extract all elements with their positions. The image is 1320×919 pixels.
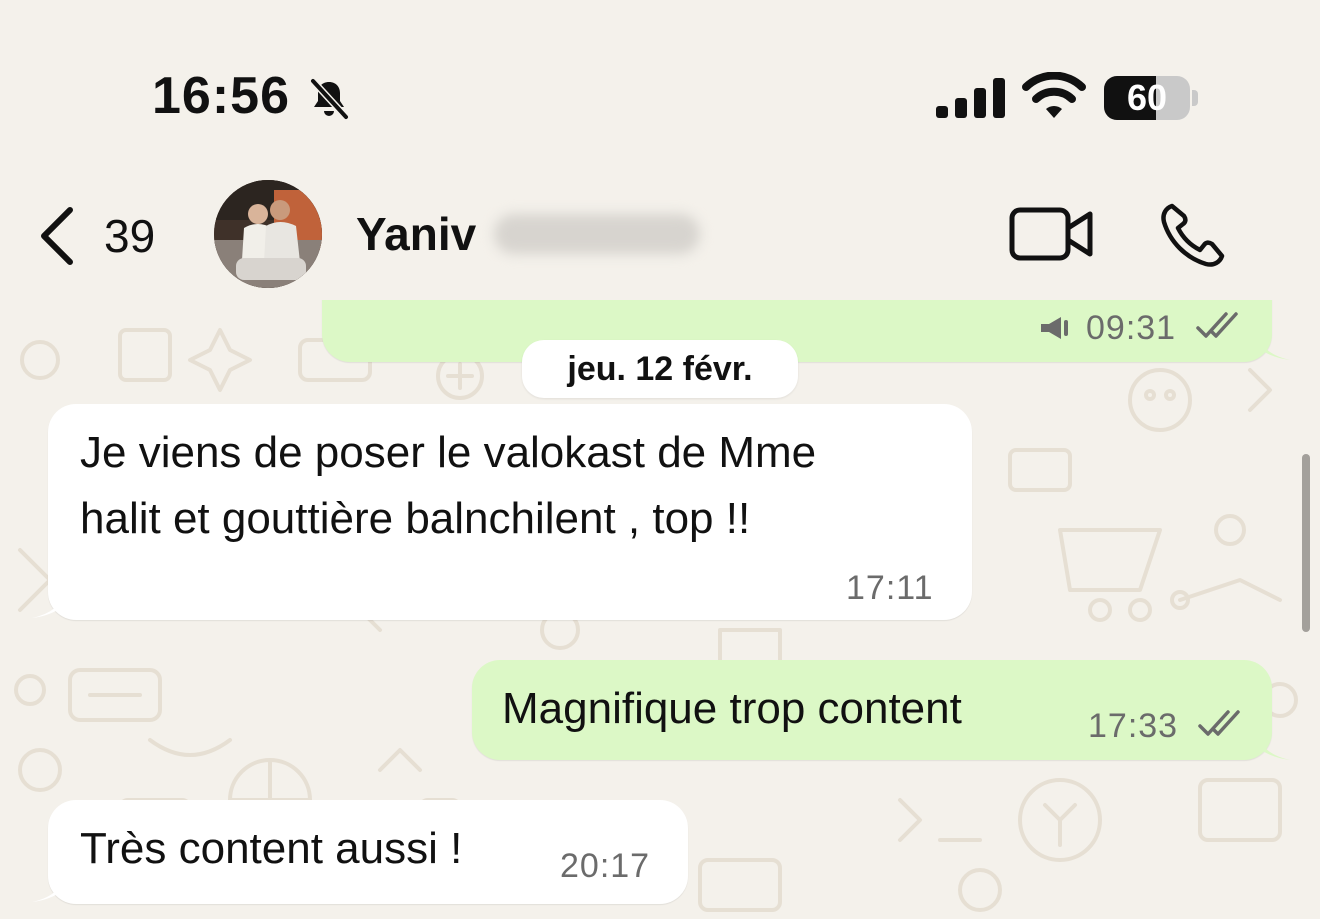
message-text-line: halit et gouttière balnchilent , top !! <box>80 494 751 543</box>
message-bubble-outgoing[interactable]: 09:31 <box>322 300 1272 362</box>
date-separator: jeu. 12 févr. <box>522 340 798 398</box>
message-time: 20:17 <box>560 847 651 885</box>
battery-shell: 60 <box>1104 76 1190 120</box>
message-bubble-outgoing[interactable]: Magnifique trop content 17:33 <box>472 660 1272 760</box>
back-button[interactable]: 39 <box>32 202 172 270</box>
battery-level: 60 <box>1126 77 1168 118</box>
message-text: Magnifique trop content <box>502 684 962 733</box>
message-bubble-incoming[interactable]: Je viens de poser le valokast de Mme hal… <box>48 404 972 620</box>
voice-call-button[interactable] <box>1158 200 1228 270</box>
message-text: Très content aussi ! <box>80 824 463 873</box>
message-time: 17:11 <box>846 569 934 607</box>
message-bubble-incoming[interactable]: Très content aussi ! 20:17 <box>48 800 688 904</box>
battery-cap <box>1192 90 1198 106</box>
bubble-tail <box>1258 734 1290 760</box>
megaphone-icon <box>1041 317 1068 339</box>
chat-area[interactable]: 09:31 jeu. 12 févr. Je viens de poser le… <box>0 300 1320 919</box>
redacted-surname <box>494 214 700 254</box>
double-check-icon <box>1198 710 1240 736</box>
contact-name[interactable]: Yaniv <box>356 206 476 262</box>
unread-count: 39 <box>104 210 156 262</box>
bubble-tail <box>1258 334 1290 360</box>
avatar-photo <box>214 180 322 288</box>
double-check-icon <box>1196 312 1238 338</box>
status-time: 16:56 <box>152 67 290 125</box>
bubble-tail <box>32 592 64 618</box>
message-text-line: Je viens de poser le valokast de Mme <box>80 428 817 477</box>
chat-header: 39 Yaniv <box>0 170 1320 300</box>
battery-indicator: 60 <box>1104 76 1198 120</box>
status-bar: 16:56 60 <box>0 0 1320 170</box>
chevron-left-icon <box>41 207 73 265</box>
wifi-icon <box>1022 72 1086 118</box>
message-time: 09:31 <box>1086 309 1177 347</box>
avatar[interactable] <box>214 180 322 288</box>
phone-icon <box>1161 203 1225 267</box>
bubble-tail <box>32 876 64 902</box>
video-call-button[interactable] <box>1008 204 1096 264</box>
scrollbar[interactable] <box>1302 454 1310 632</box>
message-time: 17:33 <box>1088 707 1179 745</box>
cellular-signal-icon <box>936 78 1005 118</box>
video-camera-icon <box>1009 207 1093 261</box>
bell-slash-icon <box>310 78 349 120</box>
